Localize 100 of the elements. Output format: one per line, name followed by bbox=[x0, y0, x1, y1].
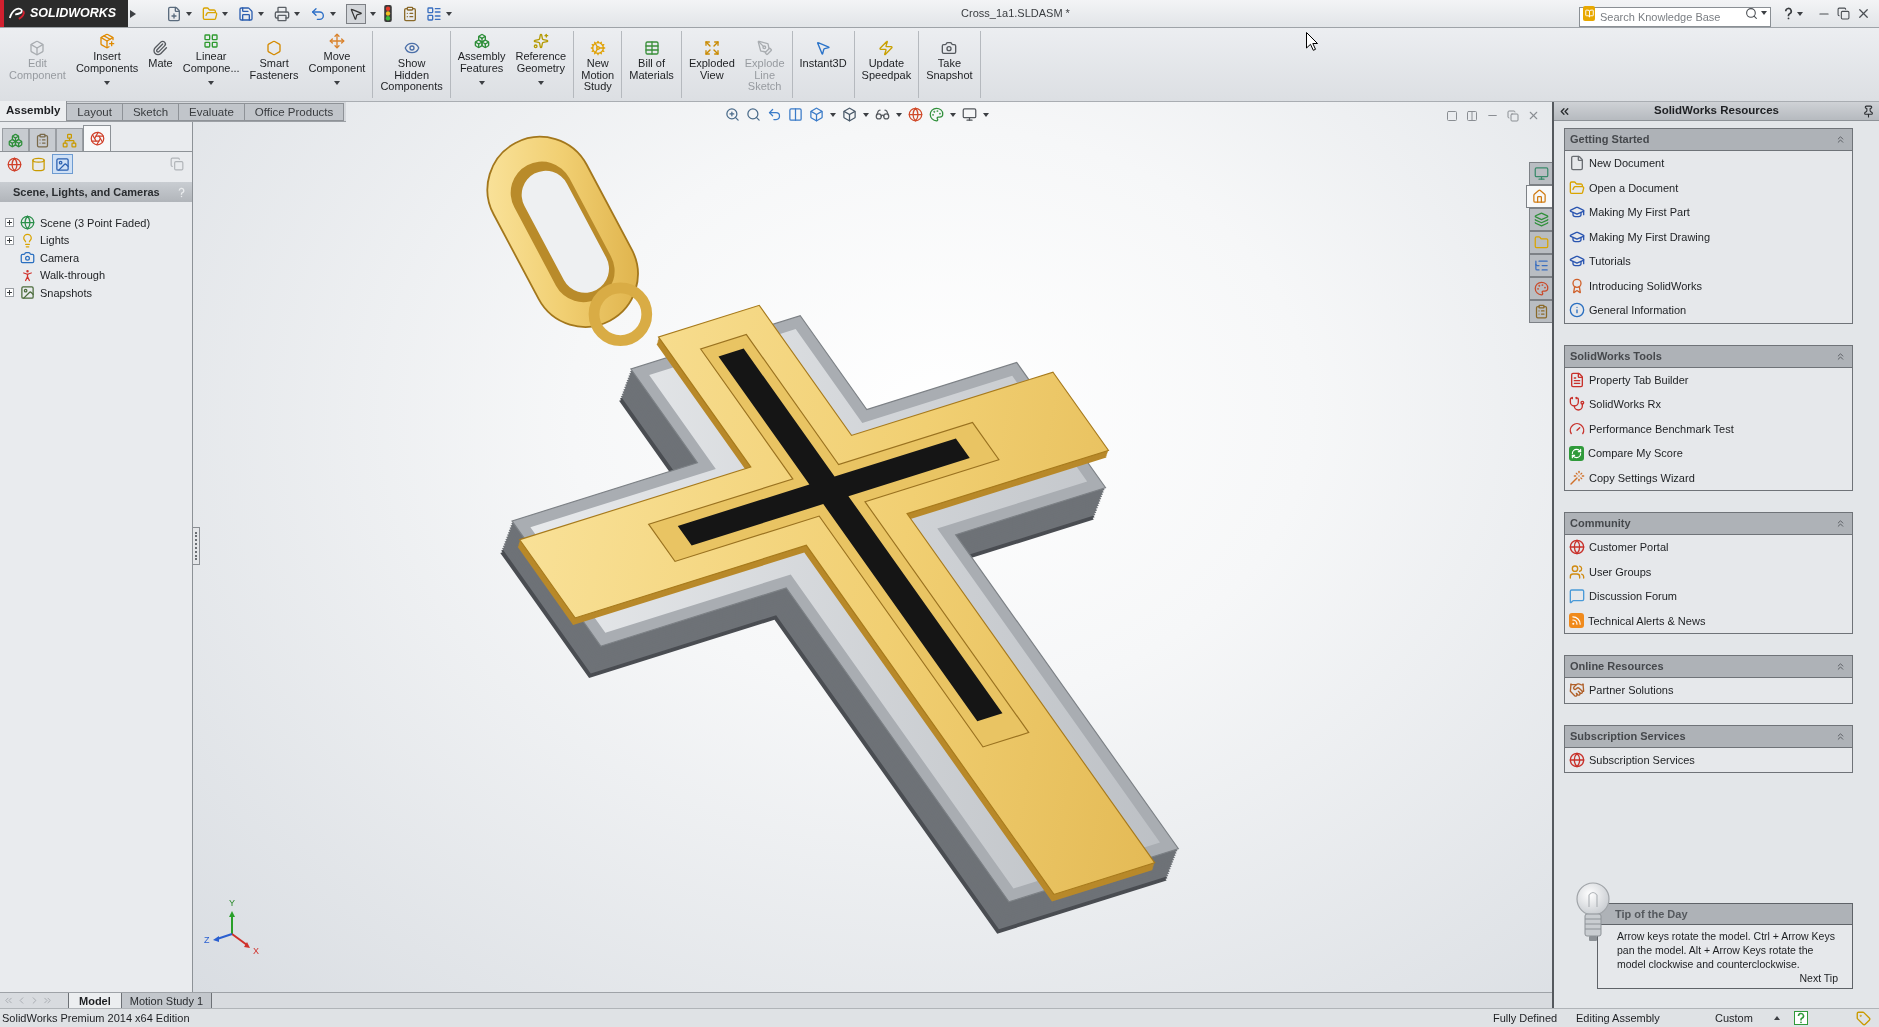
caret-icon[interactable] bbox=[896, 112, 902, 117]
tree-item[interactable]: Snapshots bbox=[40, 284, 92, 301]
search-icon[interactable] bbox=[1745, 6, 1758, 20]
resource-link[interactable]: General Information bbox=[1589, 302, 1687, 319]
zoom-in-icon[interactable] bbox=[725, 107, 740, 122]
columns-icon[interactable] bbox=[1466, 109, 1478, 122]
caret-icon[interactable] bbox=[294, 11, 300, 16]
command-button[interactable]: Take Snapshot bbox=[921, 31, 978, 98]
new-file-icon[interactable] bbox=[166, 5, 182, 22]
resource-link[interactable]: Open a Document bbox=[1589, 179, 1679, 196]
caret-icon[interactable] bbox=[478, 81, 485, 85]
resource-link[interactable]: Compare My Score bbox=[1588, 445, 1683, 462]
resource-link[interactable]: Making My First Drawing bbox=[1589, 228, 1711, 245]
command-tab[interactable]: Sketch bbox=[122, 103, 180, 121]
command-button[interactable]: Show Hidden Components bbox=[375, 31, 448, 98]
command-tab[interactable]: Layout bbox=[67, 103, 123, 121]
caret-icon[interactable] bbox=[1797, 11, 1803, 16]
resource-link[interactable]: Making My First Part bbox=[1589, 204, 1690, 221]
resource-link[interactable]: Customer Portal bbox=[1589, 539, 1669, 556]
caret-icon[interactable] bbox=[1761, 11, 1767, 15]
undo-arrow-icon[interactable] bbox=[767, 107, 782, 122]
resource-link[interactable]: Discussion Forum bbox=[1589, 588, 1678, 605]
resource-link[interactable]: Introducing SolidWorks bbox=[1589, 277, 1702, 294]
command-button[interactable]: Smart Fasteners bbox=[244, 31, 304, 98]
caret-icon[interactable] bbox=[330, 11, 336, 16]
pointer-icon[interactable] bbox=[346, 3, 366, 24]
tree-item[interactable]: Walk-through bbox=[40, 267, 105, 284]
save-icon[interactable] bbox=[238, 5, 254, 22]
resource-link[interactable]: Technical Alerts & News bbox=[1588, 612, 1706, 629]
cube-icon[interactable] bbox=[842, 107, 857, 122]
task-pane-tab[interactable] bbox=[1529, 162, 1552, 185]
caret-icon[interactable] bbox=[863, 112, 869, 117]
caret-icon[interactable] bbox=[983, 112, 989, 117]
traffic-light-icon[interactable] bbox=[384, 5, 392, 22]
tree-item[interactable]: Camera bbox=[40, 249, 80, 266]
command-button[interactable]: Assembly Features bbox=[452, 31, 511, 98]
bottom-tab[interactable]: Model bbox=[68, 993, 122, 1008]
expander-icon[interactable] bbox=[5, 218, 14, 228]
caret-icon[interactable] bbox=[186, 11, 192, 16]
resource-link[interactable]: User Groups bbox=[1589, 563, 1652, 580]
command-button[interactable]: Update Speedpak bbox=[856, 31, 917, 98]
caret-icon[interactable] bbox=[446, 11, 452, 16]
panel-tab[interactable] bbox=[83, 125, 111, 151]
help-icon[interactable] bbox=[1783, 7, 1794, 20]
printer-icon[interactable] bbox=[274, 5, 290, 22]
close-icon[interactable] bbox=[1856, 6, 1871, 21]
palette-icon[interactable] bbox=[929, 107, 944, 122]
search-icon[interactable] bbox=[746, 107, 761, 122]
caret-up-icon[interactable] bbox=[1774, 1016, 1780, 1020]
square-icon[interactable] bbox=[1446, 109, 1458, 122]
command-tab[interactable]: Evaluate bbox=[179, 103, 245, 121]
expander-icon[interactable] bbox=[5, 288, 14, 298]
caret-icon[interactable] bbox=[222, 11, 228, 16]
command-tab[interactable]: Assembly bbox=[0, 101, 68, 121]
expander-icon[interactable] bbox=[5, 235, 14, 245]
units-dropdown[interactable]: Custom bbox=[1715, 1009, 1753, 1027]
resource-link[interactable]: New Document bbox=[1589, 155, 1665, 172]
task-pane-tab[interactable] bbox=[1529, 300, 1552, 323]
panel-tab[interactable] bbox=[2, 128, 29, 151]
caret-right-icon[interactable] bbox=[130, 9, 136, 18]
resource-link[interactable]: Partner Solutions bbox=[1589, 682, 1674, 699]
clipboard-icon[interactable] bbox=[402, 5, 418, 22]
command-button[interactable]: Insert Components bbox=[70, 31, 144, 98]
monitor-icon[interactable] bbox=[962, 107, 977, 122]
resource-link[interactable]: SolidWorks Rx bbox=[1589, 396, 1661, 413]
caret-icon[interactable] bbox=[258, 11, 264, 16]
command-button[interactable]: Mate bbox=[143, 31, 178, 98]
resource-link[interactable]: Property Tab Builder bbox=[1589, 371, 1689, 388]
glasses-icon[interactable] bbox=[875, 107, 890, 122]
command-button[interactable]: Reference Geometry bbox=[510, 31, 572, 98]
bottom-tab[interactable]: Motion Study 1 bbox=[121, 993, 213, 1008]
resource-link[interactable]: Performance Benchmark Test bbox=[1589, 420, 1734, 437]
command-button[interactable]: Instant3D bbox=[794, 31, 852, 98]
resource-link[interactable]: Subscription Services bbox=[1589, 751, 1695, 768]
caret-icon[interactable] bbox=[333, 81, 340, 85]
cube-icon[interactable] bbox=[809, 107, 824, 122]
panel-tab[interactable] bbox=[29, 128, 56, 151]
resource-link[interactable]: Copy Settings Wizard bbox=[1589, 469, 1695, 486]
caret-icon[interactable] bbox=[370, 11, 376, 16]
tree-item[interactable]: Lights bbox=[40, 232, 70, 249]
command-button[interactable]: Exploded View bbox=[683, 31, 740, 98]
task-pane-tab[interactable] bbox=[1526, 185, 1552, 208]
pin-icon[interactable] bbox=[1862, 104, 1875, 118]
command-tab[interactable]: Office Products bbox=[244, 103, 345, 121]
caret-icon[interactable] bbox=[537, 81, 544, 85]
caret-icon[interactable] bbox=[208, 81, 215, 85]
next-tip-link[interactable]: Next Tip bbox=[1799, 971, 1838, 985]
columns-icon[interactable] bbox=[788, 107, 803, 122]
splitter-handle[interactable] bbox=[193, 527, 200, 565]
command-button[interactable]: Move Component bbox=[303, 31, 371, 98]
command-button[interactable]: New Motion Study bbox=[576, 31, 620, 98]
resource-link[interactable]: Tutorials bbox=[1589, 253, 1631, 270]
caret-icon[interactable] bbox=[950, 112, 956, 117]
search-field[interactable]: Search Knowledge Base bbox=[1579, 6, 1771, 27]
image-icon[interactable] bbox=[52, 154, 73, 174]
command-button[interactable]: Bill of Materials bbox=[624, 31, 679, 98]
restore-icon[interactable] bbox=[1837, 7, 1850, 20]
tree-item[interactable]: Scene (3 Point Faded) bbox=[40, 214, 151, 231]
task-pane-tab[interactable] bbox=[1529, 254, 1552, 277]
undo-icon[interactable] bbox=[310, 5, 326, 22]
